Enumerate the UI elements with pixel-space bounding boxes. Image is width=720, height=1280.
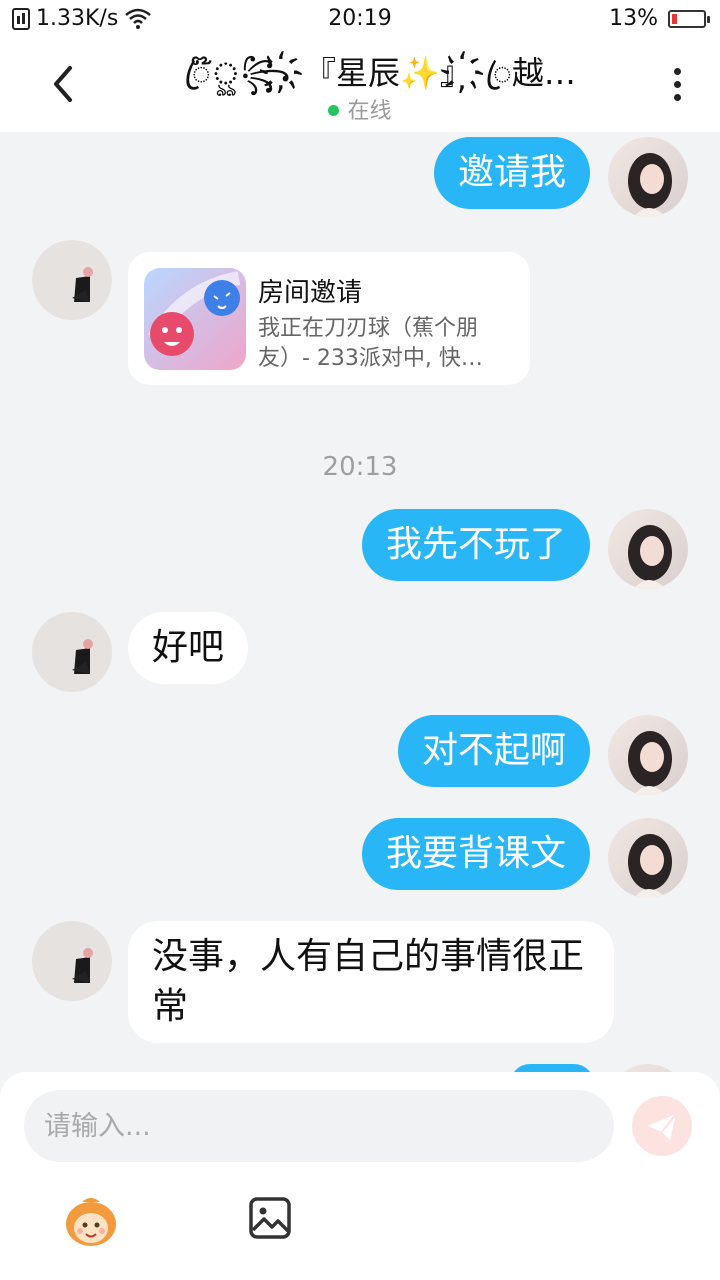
message-bubble[interactable]: 好吧 — [128, 612, 249, 684]
online-label: 在线 — [347, 99, 392, 124]
battery-percent: 13% — [609, 6, 658, 31]
message-bubble[interactable]: 我要背课文 — [361, 818, 590, 890]
contact-avatar[interactable] — [32, 612, 112, 692]
card-description: 我正在刀刃球（蕉个朋友）- 233派对中, 快… — [258, 316, 483, 371]
image-picker-icon[interactable] — [248, 1196, 292, 1240]
send-button[interactable] — [632, 1096, 692, 1156]
my-avatar[interactable] — [608, 1064, 688, 1072]
status-right: 13% — [609, 6, 710, 31]
game-thumbnail — [144, 268, 246, 370]
contact-avatar[interactable] — [32, 921, 112, 1001]
card-title: 房间邀请 — [258, 278, 363, 308]
emoji-face-icon — [66, 1198, 116, 1246]
my-avatar[interactable] — [608, 818, 688, 898]
more-menu-icon[interactable] — [674, 68, 682, 104]
contact-avatar[interactable] — [32, 240, 112, 320]
my-avatar[interactable] — [608, 509, 688, 589]
chat-header: ꦿ໊ৣ꧂҉『星辰✨』҉ꦿ越… 在线 — [0, 38, 720, 132]
online-dot-icon — [328, 105, 340, 116]
message-bubble[interactable]: 对不起啊 — [397, 715, 590, 787]
online-status: 在线 — [0, 93, 720, 125]
message-timestamp: 20:13 — [322, 452, 398, 482]
battery-icon — [668, 9, 710, 28]
my-avatar[interactable] — [608, 137, 688, 217]
emoji-button[interactable] — [62, 1192, 120, 1250]
message-bubble[interactable]: 我先不玩了 — [361, 509, 590, 581]
input-bar — [0, 1072, 720, 1280]
my-avatar[interactable] — [608, 715, 688, 795]
status-bar: 1.33K/s 20:19 13% — [0, 0, 720, 38]
room-invite-card[interactable]: 房间邀请 我正在刀刃球（蕉个朋友）- 233派对中, 快… — [128, 252, 530, 385]
message-input[interactable] — [24, 1090, 614, 1162]
message-bubble[interactable]: 邀请我 — [433, 137, 590, 209]
send-icon — [648, 1113, 677, 1140]
message-list[interactable]: 邀请我 房间邀请 我正在刀刃球（蕉个朋友）- 233派对中, 快… 20:13 … — [0, 132, 720, 1072]
message-bubble-partial[interactable] — [510, 1064, 594, 1072]
message-bubble[interactable]: 没事，人有自己的事情很正常 — [128, 921, 614, 1043]
